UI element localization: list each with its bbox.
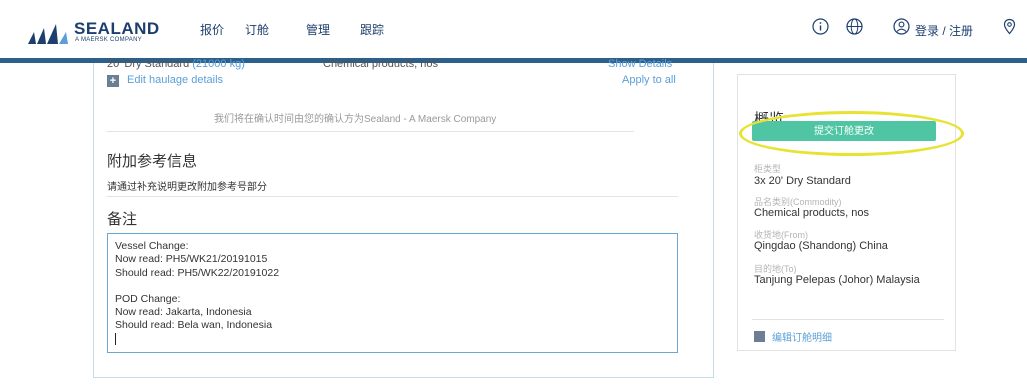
remarks-line: Now read: Jakarta, Indonesia (115, 306, 252, 319)
plus-icon[interactable]: + (107, 75, 119, 87)
nav-tracking[interactable]: 跟踪 (360, 21, 384, 38)
divider (107, 131, 634, 132)
show-details-link[interactable]: Show Details (608, 58, 672, 70)
info-button[interactable] (812, 18, 829, 35)
divider (107, 196, 678, 197)
confirmation-note: 我们将在确认时间由您的确认方为Sealand - A Maersk Compan… (214, 114, 497, 125)
commodity-text: Chemical products, nos (323, 58, 438, 70)
origin-value: Qingdao (Shandong) China (754, 240, 888, 252)
additional-reference-title: 附加参考信息 (107, 153, 198, 170)
language-button[interactable] (846, 18, 863, 35)
highlight-annotation (739, 111, 964, 156)
remarks-title: 备注 (107, 211, 138, 228)
sealand-logo-icon[interactable] (28, 24, 72, 44)
remarks-line: POD Change: (115, 292, 181, 305)
info-icon (812, 18, 829, 35)
additional-reference-desc: 请通过补充说明更改附加参考号部分 (107, 182, 267, 193)
container-weight: (21000 kg) (192, 58, 245, 70)
brand-name[interactable]: SEALAND (74, 19, 160, 39)
brand-subtitle: A MAERSK COMPANY (75, 37, 143, 43)
remarks-line: Now read: PH5/WK21/20191015 (115, 253, 268, 266)
top-navigation-bar: SEALAND A MAERSK COMPANY 报价 订舱 管理 跟踪 登录 … (0, 0, 1027, 60)
divider (752, 319, 944, 320)
globe-icon (846, 18, 863, 35)
location-pin-icon (1003, 18, 1016, 35)
remarks-line: Vessel Change: (115, 240, 189, 252)
container-type-label: 柜类型 (754, 164, 782, 174)
remarks-line: Should read: PH5/WK22/20191022 (115, 266, 280, 279)
nav-quote[interactable]: 报价 (200, 21, 224, 38)
edit-haulage-link[interactable]: Edit haulage details (127, 74, 223, 86)
container-type-value: 3x 20' Dry Standard (754, 175, 851, 187)
edit-booking-details-link[interactable]: 编辑订舱明细 (772, 329, 832, 344)
destination-value: Tanjung Pelepas (Johor) Malaysia (754, 274, 920, 286)
text-cursor (115, 333, 677, 346)
user-icon (893, 18, 910, 35)
apply-to-all-link[interactable]: Apply to all (622, 74, 676, 86)
remarks-line: Should read: Bela wan, Indonesia (115, 319, 273, 332)
commodity-value: Chemical products, nos (754, 207, 869, 219)
account-button[interactable] (893, 18, 910, 35)
location-button[interactable] (1001, 18, 1018, 35)
remarks-line (115, 280, 677, 293)
nav-booking[interactable]: 订舱 (245, 21, 269, 38)
cargo-summary-row: 20' Dry Standard (21000 kg) Chemical pro… (107, 58, 672, 70)
container-type: 20' Dry Standard (107, 58, 190, 70)
login-register-link[interactable]: 登录 / 注册 (915, 22, 973, 39)
nav-manage[interactable]: 管理 (306, 21, 330, 38)
remarks-textarea[interactable]: Vessel Change: Now read: PH5/WK21/201910… (107, 233, 678, 353)
edit-icon[interactable] (754, 331, 765, 342)
